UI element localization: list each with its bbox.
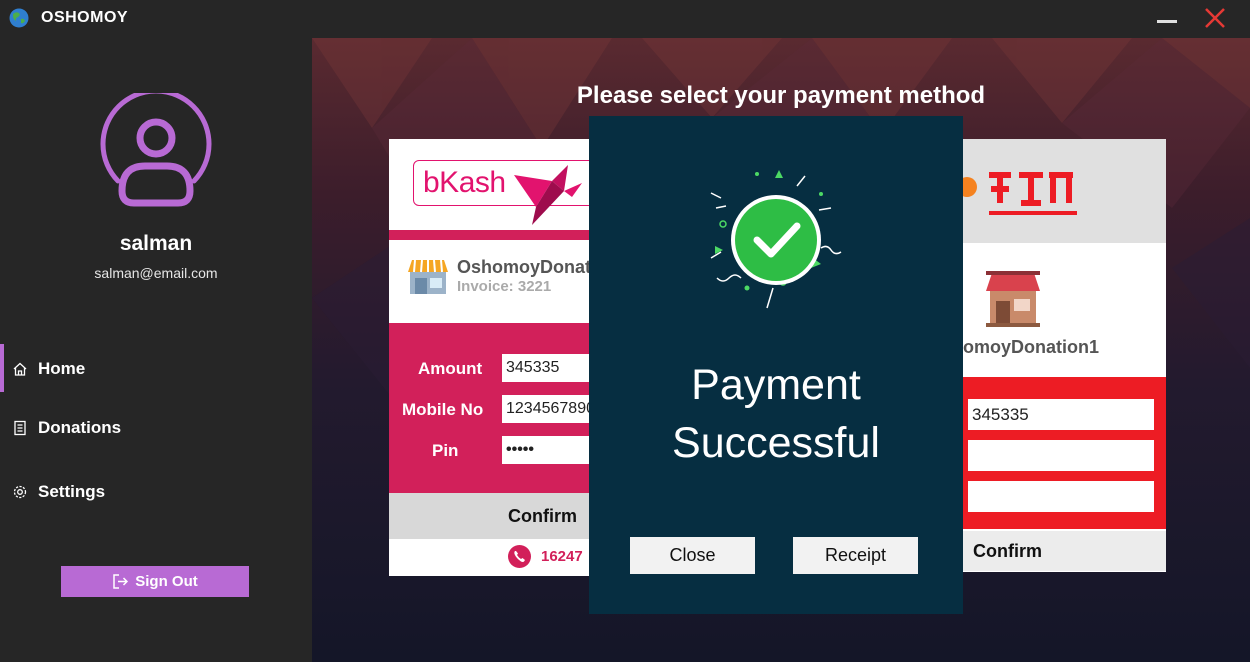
bkash-mobile-input[interactable] bbox=[502, 395, 589, 423]
nagad-payment-card: omoyDonation1 Confirm bbox=[963, 139, 1166, 572]
globe-icon bbox=[9, 8, 29, 28]
nagad-amount-input[interactable] bbox=[968, 399, 1154, 430]
store-icon bbox=[408, 259, 448, 294]
bkash-invoice: Invoice: 3221 bbox=[457, 278, 552, 295]
mobile-label: Mobile No bbox=[402, 400, 484, 419]
nagad-confirm-label: Confirm bbox=[973, 541, 1042, 561]
home-icon bbox=[13, 362, 27, 376]
payment-success-dialog: Payment Successful Close Receipt bbox=[589, 116, 963, 614]
bkash-amount-input[interactable] bbox=[502, 354, 589, 382]
nagad-form bbox=[963, 377, 1166, 529]
sidebar-item-donations[interactable]: Donations bbox=[0, 408, 312, 448]
nagad-logo bbox=[963, 172, 1077, 215]
minimize-icon[interactable] bbox=[1155, 4, 1179, 32]
phone-icon bbox=[508, 545, 531, 568]
app-title: OSHOMOY bbox=[41, 9, 129, 26]
nagad-mobile-input[interactable] bbox=[968, 440, 1154, 471]
sidebar-item-settings[interactable]: Settings bbox=[0, 472, 312, 512]
sign-out-label: Sign Out bbox=[135, 573, 198, 590]
sidebar-item-label: Settings bbox=[38, 482, 106, 501]
nagad-header bbox=[963, 139, 1166, 243]
success-check-icon bbox=[710, 170, 842, 309]
nagad-pin-input[interactable] bbox=[968, 481, 1154, 512]
user-name: salman bbox=[119, 232, 193, 255]
close-button[interactable]: Close bbox=[630, 537, 755, 574]
bkash-hotline: 16247 bbox=[541, 548, 583, 565]
sidebar-item-home[interactable]: Home bbox=[0, 349, 312, 389]
page-title: Please select your payment method bbox=[576, 82, 986, 109]
bkash-stripe bbox=[389, 230, 589, 240]
amount-label: Amount bbox=[418, 359, 483, 378]
bkash-merchant-name: OshomoyDonation1 bbox=[457, 257, 589, 277]
sidebar-item-label: Donations bbox=[38, 418, 122, 437]
sign-out-button[interactable]: Sign Out bbox=[61, 566, 249, 597]
gear-icon bbox=[13, 485, 27, 499]
bkash-pin-input[interactable] bbox=[502, 436, 589, 464]
shop-icon bbox=[986, 271, 1040, 327]
close-icon[interactable] bbox=[1202, 4, 1228, 32]
bkash-logo-text: bKash bbox=[423, 166, 506, 199]
receipt-icon bbox=[14, 420, 26, 436]
bkash-logo: bKash Pa bbox=[413, 160, 589, 225]
nagad-merchant-name: omoyDonation1 bbox=[963, 337, 1100, 357]
user-avatar-icon bbox=[100, 93, 212, 207]
sidebar: salman salman@email.com Home Donations S… bbox=[0, 38, 312, 662]
main-content: Please select your payment method bKash … bbox=[312, 38, 1250, 662]
user-email: salman@email.com bbox=[94, 265, 218, 281]
nagad-confirm-button[interactable]: Confirm bbox=[963, 531, 1166, 571]
receipt-button[interactable]: Receipt bbox=[793, 537, 918, 574]
title-bar: OSHOMOY bbox=[0, 0, 1250, 38]
pin-label: Pin bbox=[432, 441, 459, 460]
sidebar-item-label: Home bbox=[38, 359, 86, 378]
bkash-bird-icon bbox=[514, 165, 582, 225]
bkash-payment-card: bKash Pa OshomoyDonation1 Invoice: 3221 … bbox=[389, 139, 589, 576]
bkash-form: Amount Mobile No Pin bbox=[389, 323, 589, 493]
dialog-title-line1: Payment bbox=[691, 361, 861, 409]
bkash-confirm-button[interactable]: Confirm bbox=[389, 493, 589, 539]
sign-out-icon bbox=[113, 574, 129, 589]
dialog-title-line2: Successful bbox=[672, 419, 880, 467]
bkash-confirm-label: Confirm bbox=[508, 506, 577, 526]
